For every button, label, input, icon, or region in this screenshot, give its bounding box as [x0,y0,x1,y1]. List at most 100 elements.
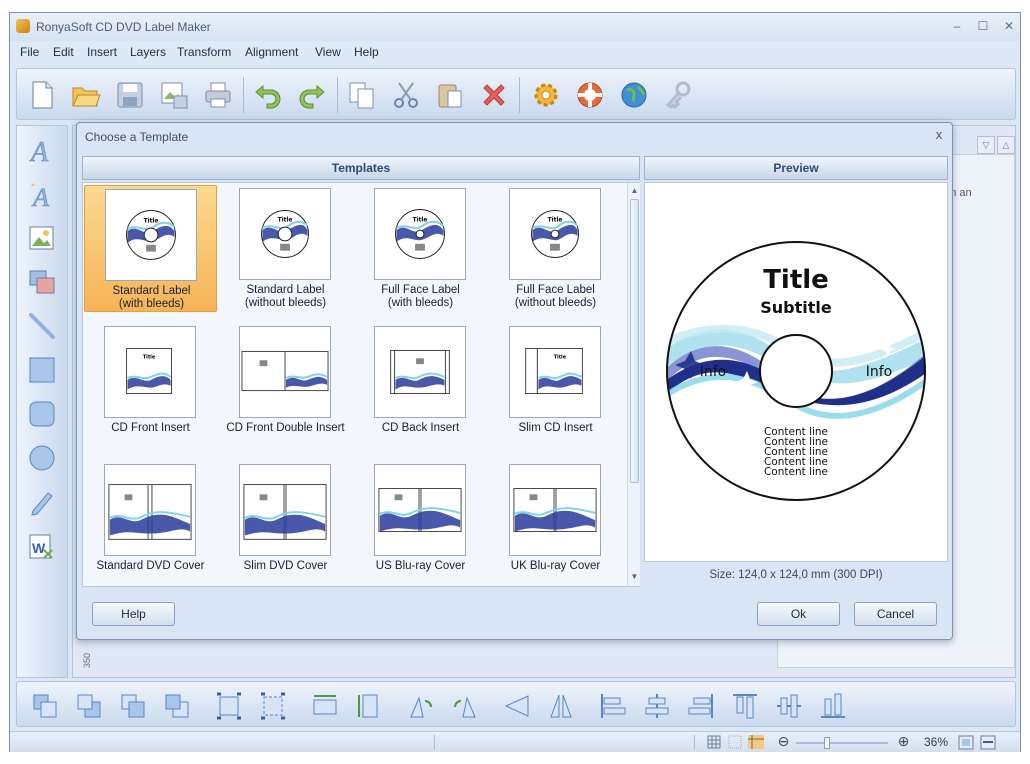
flip-horizontal-icon[interactable] [503,692,531,720]
new-document-icon[interactable] [27,80,57,110]
paste-icon[interactable] [435,80,465,110]
menu-layers[interactable]: Layers [130,45,166,59]
copy-icon[interactable] [347,80,377,110]
template-uk-bluray-cover[interactable]: UK Blu-ray Cover [489,461,622,588]
rectangle-tool-icon[interactable] [28,356,56,384]
menu-help[interactable]: Help [354,45,379,59]
template-thumbnail [374,464,466,556]
align-left-icon[interactable] [599,692,627,720]
template-cd-front-insert[interactable]: Title CD Front Insert [84,323,217,450]
panel-menu-button[interactable]: ▽ [977,136,995,154]
import-document-icon[interactable]: W [28,532,56,560]
guides-icon[interactable] [748,735,764,749]
menu-insert[interactable]: Insert [87,45,117,59]
redo-icon[interactable] [297,80,327,110]
insert-thumbnail-icon [390,349,450,395]
template-standard-label-without-bleeds[interactable]: Title Standard Label (without bleeds) [219,185,352,312]
fit-width-icon[interactable] [980,735,996,750]
background-image-tool-icon[interactable] [28,268,56,296]
scroll-down-icon[interactable]: ▼ [630,572,639,581]
template-us-bluray-cover[interactable]: US Blu-ray Cover [354,461,487,588]
svg-text:W: W [32,540,46,556]
template-cd-back-insert[interactable]: CD Back Insert [354,323,487,450]
key-icon[interactable] [663,80,693,110]
image-tool-icon[interactable] [28,224,56,252]
template-name: Standard Label [246,284,325,296]
line-tool-icon[interactable] [28,312,56,340]
menu-edit[interactable]: Edit [53,45,74,59]
scrollbar-thumb[interactable] [630,199,639,483]
grid-view-icon[interactable] [707,735,721,749]
align-middle-icon[interactable] [775,692,803,720]
template-standard-dvd-cover[interactable]: Standard DVD Cover [84,461,217,588]
ellipse-tool-icon[interactable] [28,444,56,472]
same-width-icon[interactable] [311,692,339,720]
templates-list[interactable]: Title Standard Label (with bleeds) Title … [82,182,640,587]
curved-text-tool-icon[interactable]: A [28,180,56,208]
svg-text:Title: Title [554,354,567,360]
tools-sidebar: A A W [16,125,68,678]
group-icon[interactable] [215,692,243,720]
zoom-slider-thumb[interactable] [824,737,830,749]
scroll-up-icon[interactable]: ▲ [630,186,639,195]
template-standard-label-with-bleeds[interactable]: Title Standard Label (with bleeds) [84,185,217,312]
send-backward-icon[interactable] [163,692,191,720]
minimize-button[interactable]: – [946,17,968,35]
same-height-icon[interactable] [355,692,383,720]
align-right-icon[interactable] [687,692,715,720]
ok-button[interactable]: Ok [757,602,840,626]
save-icon[interactable] [115,80,145,110]
menu-view[interactable]: View [315,45,341,59]
help-lifebuoy-icon[interactable] [575,80,605,110]
print-icon[interactable] [203,80,233,110]
dialog-close-button[interactable]: x [932,127,946,143]
template-full-face-label-with-bleeds[interactable]: Title Full Face Label (with bleeds) [354,185,487,312]
template-detail: (without bleeds) [514,297,597,309]
cut-icon[interactable] [391,80,421,110]
template-thumbnail [239,464,331,556]
rotate-left-icon[interactable] [407,692,435,720]
template-cd-front-double-insert[interactable]: CD Front Double Insert [219,323,352,450]
web-globe-icon[interactable] [619,80,649,110]
menu-file[interactable]: File [20,45,39,59]
align-bottom-icon[interactable] [819,692,847,720]
template-thumbnail: Title [374,188,466,280]
help-button[interactable]: Help [92,602,175,626]
open-folder-icon[interactable] [71,80,101,110]
menu-transform[interactable]: Transform [177,45,231,59]
zoom-slider-track[interactable] [796,742,888,744]
zoom-in-button[interactable]: ⊕ [896,734,911,749]
send-to-back-icon[interactable] [75,692,103,720]
template-thumbnail: Title [239,188,331,280]
settings-gear-icon[interactable] [531,80,561,110]
rounded-rectangle-tool-icon[interactable] [28,400,56,428]
maximize-button[interactable]: ☐ [972,17,994,35]
align-top-icon[interactable] [731,692,759,720]
templates-scrollbar[interactable]: ▲ ▼ [627,183,640,586]
template-slim-cd-insert[interactable]: Title Slim CD Insert [489,323,622,450]
toolbar-separator [337,77,338,113]
menu-alignment[interactable]: Alignment [245,45,298,59]
bring-forward-icon[interactable] [119,692,147,720]
dotted-grid-icon[interactable] [728,735,742,749]
undo-icon[interactable] [253,80,283,110]
cover-thumbnail-icon [513,487,597,533]
ungroup-icon[interactable] [259,692,287,720]
text-tool-icon[interactable]: A [28,136,56,164]
template-label: Slim CD Insert [489,422,622,435]
flip-vertical-icon[interactable] [547,692,575,720]
align-center-icon[interactable] [643,692,671,720]
close-window-button[interactable]: ✕ [998,17,1020,35]
zoom-out-button[interactable]: ⊖ [776,734,791,749]
fit-page-icon[interactable] [958,735,974,750]
panel-collapse-button[interactable]: △ [997,136,1015,154]
rotate-right-icon[interactable] [451,692,479,720]
template-slim-dvd-cover[interactable]: Slim DVD Cover [219,461,352,588]
bring-to-front-icon[interactable] [31,692,59,720]
delete-icon[interactable] [479,80,509,110]
pencil-tool-icon[interactable] [28,488,56,516]
cancel-button[interactable]: Cancel [854,602,937,626]
choose-template-dialog: Choose a Template x Templates Preview Ti… [76,122,953,640]
save-image-icon[interactable] [159,80,189,110]
template-full-face-label-without-bleeds[interactable]: Title Full Face Label (without bleeds) [489,185,622,312]
